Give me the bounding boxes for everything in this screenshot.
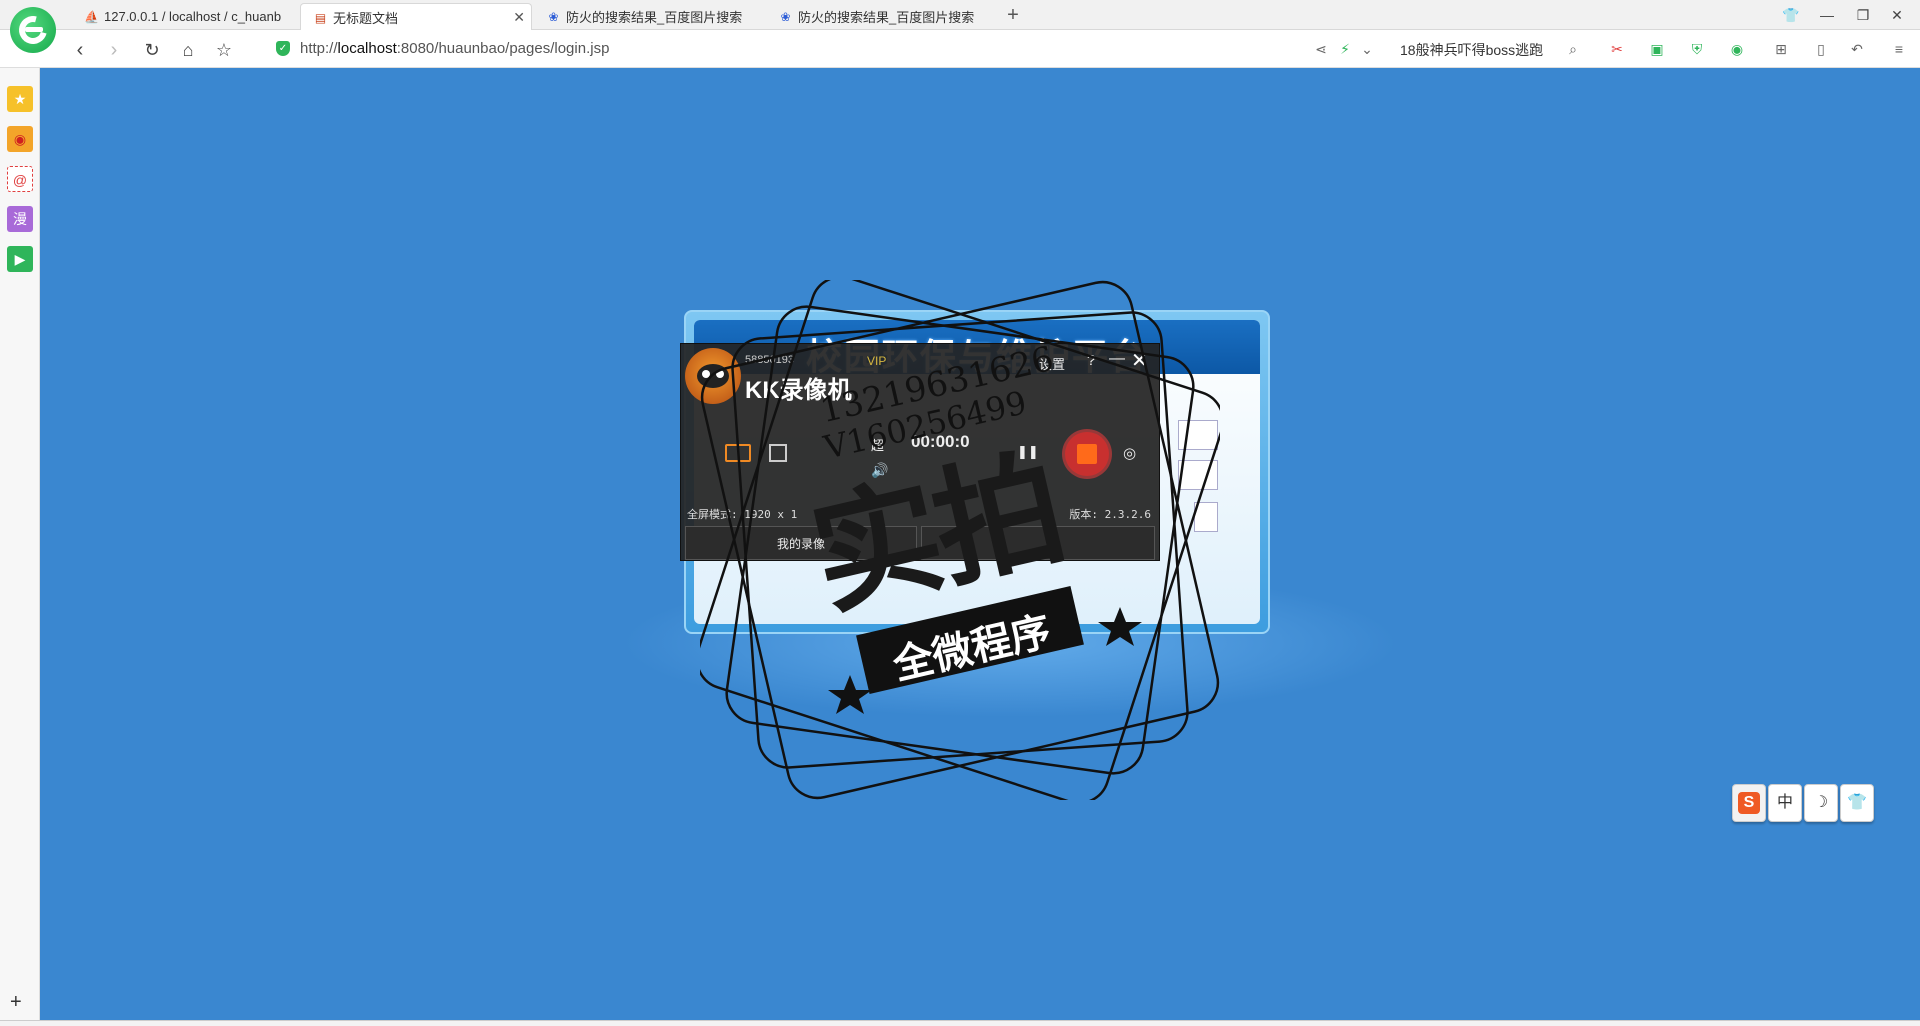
- scissors-icon[interactable]: ✂: [1608, 40, 1626, 58]
- tab-phpmyadmin[interactable]: ⛵ 127.0.0.1 / localhost / c_huanb: [72, 3, 300, 30]
- kk-help-button[interactable]: ?: [1087, 352, 1095, 369]
- chevron-down-icon[interactable]: ⌄: [1358, 40, 1376, 58]
- kk-recorder-window[interactable]: 58850193 VIP KK录像机 设置 ? — ✕ 超 00:00:0 🔊 …: [680, 343, 1160, 561]
- video-icon[interactable]: ▶: [7, 246, 33, 272]
- tab-baidu-search-2[interactable]: ❀ 防火的搜索结果_百度图片搜索: [766, 3, 998, 30]
- tab-label: 无标题文档: [333, 10, 399, 26]
- back-icon[interactable]: ‹: [68, 38, 92, 62]
- url-input[interactable]: http://localhost:8080/huaunbao/pages/log…: [300, 40, 609, 57]
- security-shield-icon[interactable]: ⛨: [1688, 40, 1706, 58]
- tab-untitled-document[interactable]: ▤ 无标题文档 ✕: [300, 3, 532, 30]
- kk-timer: 00:00:0: [911, 432, 970, 451]
- kk-version: 版本: 2.3.2.6: [1069, 508, 1151, 521]
- kk-title: KK录像机: [745, 377, 852, 404]
- tab-bar: ⛵ 127.0.0.1 / localhost / c_huanb ▤ 无标题文…: [0, 0, 1920, 53]
- kk-secondary-button[interactable]: [921, 526, 1155, 560]
- sogou-logo-icon[interactable]: S: [1732, 784, 1766, 822]
- baidu-paw-icon: ❀: [780, 9, 791, 24]
- skin-icon[interactable]: 👕: [1780, 4, 1802, 26]
- translate-icon[interactable]: ▣: [1648, 40, 1666, 58]
- kk-close-icon[interactable]: ✕: [1131, 348, 1148, 373]
- username-input[interactable]: [1178, 420, 1218, 450]
- secure-shield-icon: ✓: [276, 41, 290, 56]
- kk-quality-label[interactable]: 超: [871, 435, 884, 454]
- new-tab-button[interactable]: +: [1002, 4, 1024, 26]
- email-icon[interactable]: @: [7, 166, 33, 192]
- lightning-icon[interactable]: ⚡: [1336, 40, 1354, 58]
- kk-settings-button[interactable]: 设置: [1039, 354, 1065, 373]
- search-icon[interactable]: ⌕: [1564, 40, 1582, 58]
- ime-language-toggle[interactable]: 中: [1768, 784, 1802, 822]
- kk-mode-info: 全屏模式: 1920 x 1: [687, 508, 798, 521]
- region-mode-icon[interactable]: [769, 444, 787, 462]
- ime-moon-icon[interactable]: ☽: [1804, 784, 1838, 822]
- close-window-icon[interactable]: ✕: [1886, 4, 1908, 26]
- search-input[interactable]: 18般神兵吓得boss逃跑: [1400, 40, 1543, 60]
- ime-skin-icon[interactable]: 👕: [1840, 784, 1874, 822]
- kk-minimize-icon[interactable]: —: [1109, 350, 1125, 368]
- sidebar-add-icon[interactable]: +: [10, 991, 22, 1014]
- ime-toolbar: S 中 ☽ 👕: [1732, 784, 1874, 824]
- home-icon[interactable]: ⌂: [176, 38, 200, 62]
- status-bar: [0, 1020, 1920, 1026]
- volume-icon[interactable]: 🔊: [871, 462, 888, 479]
- share-icon[interactable]: ⋖: [1312, 40, 1330, 58]
- menu-icon[interactable]: ≡: [1890, 40, 1908, 58]
- fullscreen-mode-icon[interactable]: [725, 444, 751, 462]
- favorite-star-icon[interactable]: ☆: [212, 38, 236, 62]
- browser-logo-icon[interactable]: [10, 7, 56, 53]
- tab-label: 127.0.0.1 / localhost / c_huanb: [104, 9, 282, 24]
- kk-user-id: 58850193: [745, 354, 794, 366]
- game-controller-icon[interactable]: ◉: [1728, 40, 1746, 58]
- phpmyadmin-icon: ⛵: [84, 9, 99, 24]
- undo-icon[interactable]: ↶: [1848, 40, 1866, 58]
- camera-icon[interactable]: ◎: [1123, 444, 1136, 462]
- favorites-star-icon[interactable]: ★: [7, 86, 33, 112]
- tab-baidu-search-1[interactable]: ❀ 防火的搜索结果_百度图片搜索: [534, 3, 766, 30]
- sidebar: ★ ◉ @ 漫 ▶ +: [0, 68, 40, 1020]
- forward-icon[interactable]: ›: [102, 38, 126, 62]
- stop-record-button[interactable]: [1065, 432, 1109, 476]
- tablet-icon[interactable]: ▯: [1812, 40, 1830, 58]
- my-recordings-button[interactable]: 我的录像: [685, 526, 917, 560]
- comic-icon[interactable]: 漫: [7, 206, 33, 232]
- tab-label: 防火的搜索结果_百度图片搜索: [798, 10, 975, 25]
- document-icon: ▤: [314, 10, 327, 25]
- address-bar: ‹ › ↻ ⌂ ☆ ✓ http://localhost:8080/huaunb…: [0, 30, 1920, 68]
- apps-grid-icon[interactable]: ⊞: [1772, 40, 1790, 58]
- kk-vip-badge[interactable]: VIP: [867, 354, 886, 368]
- minimize-icon[interactable]: —: [1816, 4, 1838, 26]
- restore-icon[interactable]: ❐: [1852, 4, 1874, 26]
- kk-avatar-icon: [685, 348, 741, 404]
- stop-icon: [1077, 444, 1097, 464]
- tab-label: 防火的搜索结果_百度图片搜索: [566, 10, 743, 25]
- baidu-paw-icon: ❀: [548, 9, 559, 24]
- weibo-icon[interactable]: ◉: [7, 126, 33, 152]
- captcha-input[interactable]: [1194, 502, 1218, 532]
- refresh-icon[interactable]: ↻: [140, 38, 164, 62]
- pause-icon[interactable]: ❚❚: [1017, 444, 1039, 460]
- close-tab-icon[interactable]: ✕: [513, 9, 525, 26]
- password-input[interactable]: [1178, 460, 1218, 490]
